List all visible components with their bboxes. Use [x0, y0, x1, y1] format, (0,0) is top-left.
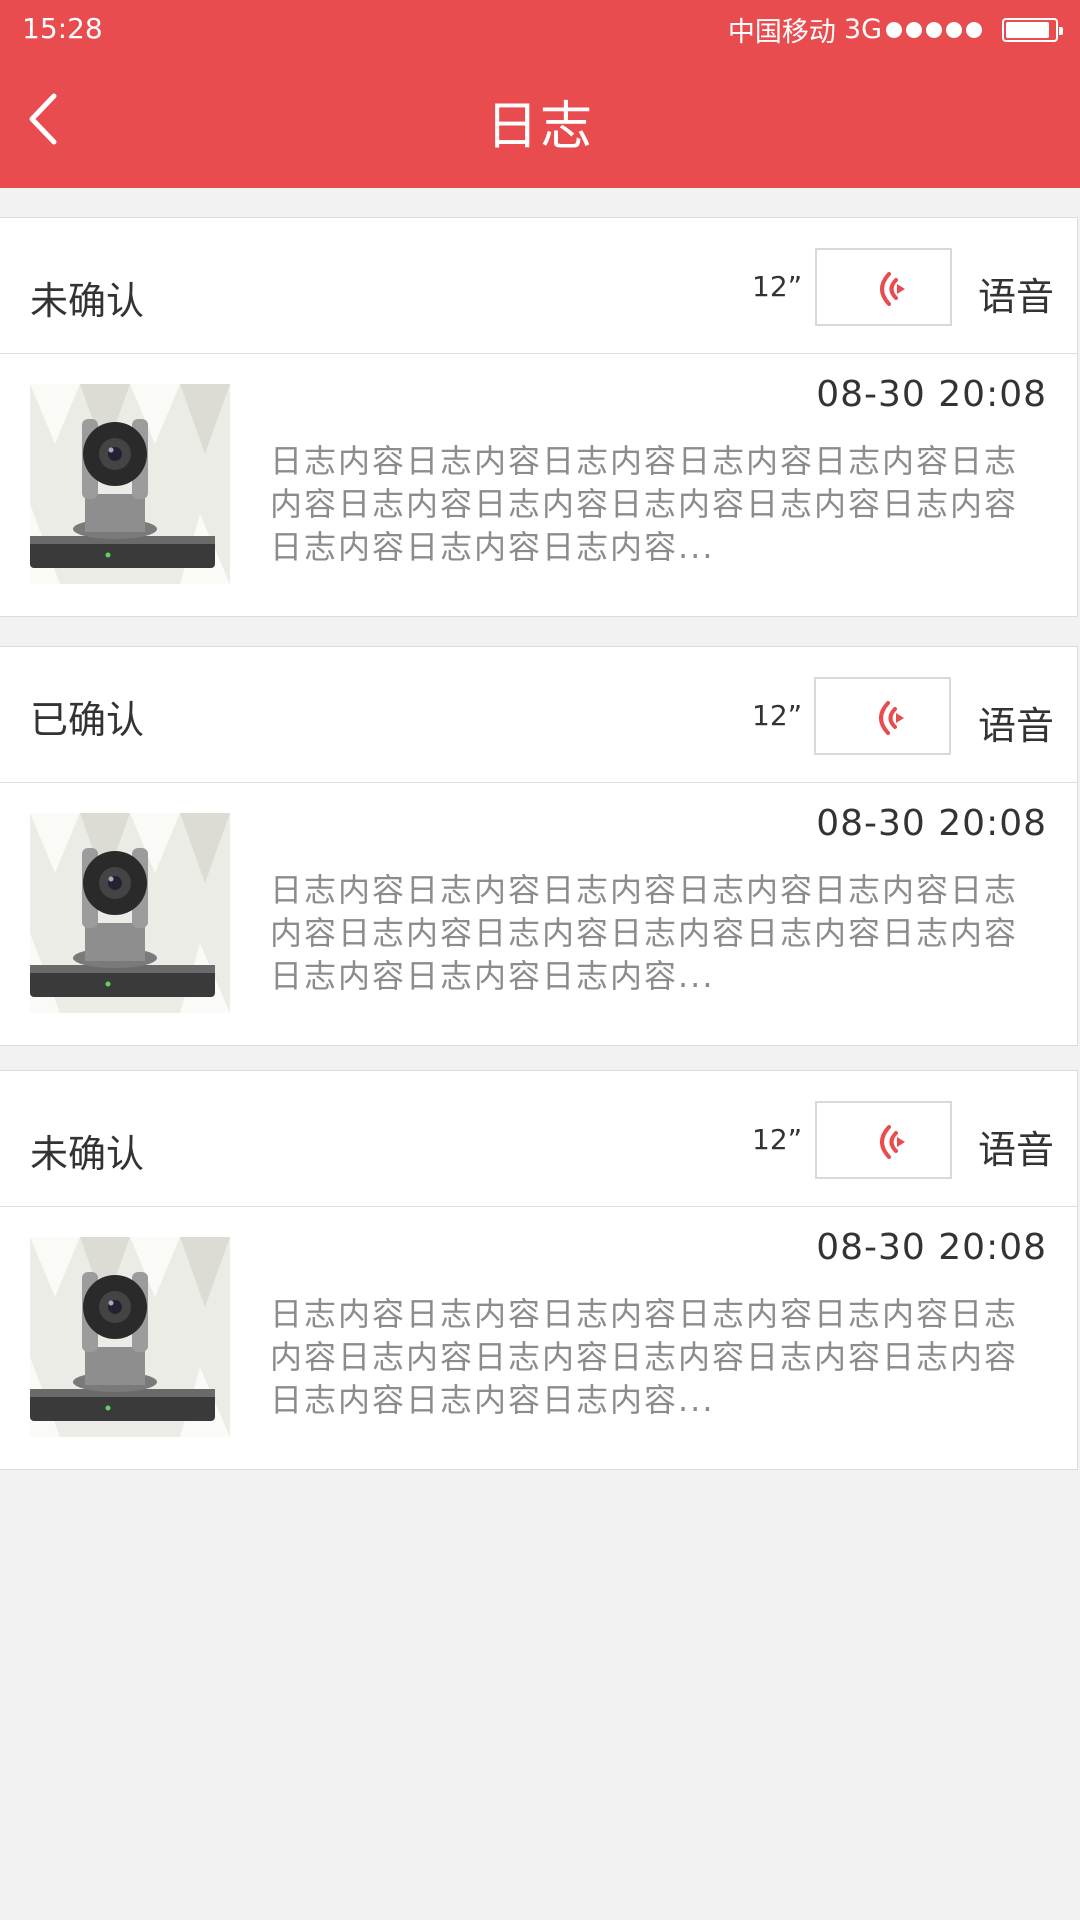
- log-card-body: 08-30 20:08 日志内容日志内容日志内容日志内容日志内容日志内容日志内容…: [0, 1207, 1077, 1471]
- voice-label: 语音: [978, 275, 1055, 319]
- camera-thumbnail: [30, 384, 230, 584]
- camera-thumbnail: [30, 1237, 230, 1437]
- voice-play-button[interactable]: [815, 248, 952, 326]
- log-content: 日志内容日志内容日志内容日志内容日志内容日志内容日志内容日志内容日志内容日志内容…: [270, 1295, 1019, 1419]
- battery-fill: [1006, 21, 1050, 38]
- page-title: 日志: [485, 97, 594, 157]
- voice-play-button[interactable]: [814, 677, 951, 755]
- log-card[interactable]: 未确认 12” 语音 08-30 20:08 日志内容日志内容日志内容日志内容日…: [0, 217, 1078, 617]
- battery-icon: [1002, 17, 1063, 42]
- sound-wave-icon: [880, 1125, 905, 1159]
- sound-wave-icon: [879, 701, 904, 735]
- carrier-name: 中国移动: [727, 17, 836, 48]
- log-card[interactable]: 未确认 12” 语音 08-30 20:08 日志内容日志内容日志内容日志内容日…: [0, 1070, 1078, 1470]
- voice-duration: 12”: [752, 699, 803, 732]
- signal-dot: [946, 21, 962, 38]
- camera-thumbnail: [30, 813, 230, 1013]
- status-time: 15:28: [22, 12, 103, 45]
- signal-dot: [886, 21, 902, 38]
- voice-play-button[interactable]: [815, 1101, 952, 1179]
- confirmation-status: 已确认: [30, 698, 145, 742]
- log-card[interactable]: 已确认 12” 语音 08-30 20:08 日志内容日志内容日志内容日志内容日…: [0, 646, 1078, 1046]
- status-indicators: 中国移动 3G: [727, 10, 1063, 49]
- status-bar: 15:28 中国移动 3G: [0, 0, 1080, 56]
- log-content: 日志内容日志内容日志内容日志内容日志内容日志内容日志内容日志内容日志内容日志内容…: [270, 871, 1019, 995]
- log-card-body: 08-30 20:08 日志内容日志内容日志内容日志内容日志内容日志内容日志内容…: [0, 783, 1077, 1047]
- signal-strength-icon: [886, 21, 982, 38]
- log-card-header: 未确认 12” 语音: [0, 1071, 1077, 1207]
- log-card-header: 未确认 12” 语音: [0, 218, 1077, 354]
- signal-dot: [906, 21, 922, 38]
- network-type: 3G: [843, 14, 882, 45]
- log-timestamp: 08-30 20:08: [816, 374, 1047, 415]
- sound-wave-icon: [880, 272, 905, 306]
- log-card-body: 08-30 20:08 日志内容日志内容日志内容日志内容日志内容日志内容日志内容…: [0, 354, 1077, 618]
- voice-label: 语音: [978, 1128, 1055, 1172]
- log-card-header: 已确认 12” 语音: [0, 647, 1077, 783]
- voice-duration: 12”: [752, 1123, 803, 1156]
- voice-label: 语音: [978, 704, 1055, 748]
- confirmation-status: 未确认: [30, 1132, 145, 1176]
- battery-nub: [1059, 26, 1063, 35]
- log-timestamp: 08-30 20:08: [816, 1227, 1047, 1268]
- log-timestamp: 08-30 20:08: [816, 803, 1047, 844]
- signal-dot: [926, 21, 942, 38]
- voice-duration: 12”: [752, 270, 803, 303]
- signal-dot: [966, 21, 982, 38]
- app-header: 15:28 中国移动 3G 日志: [0, 0, 1080, 188]
- confirmation-status: 未确认: [30, 279, 145, 323]
- log-content: 日志内容日志内容日志内容日志内容日志内容日志内容日志内容日志内容日志内容日志内容…: [270, 442, 1019, 566]
